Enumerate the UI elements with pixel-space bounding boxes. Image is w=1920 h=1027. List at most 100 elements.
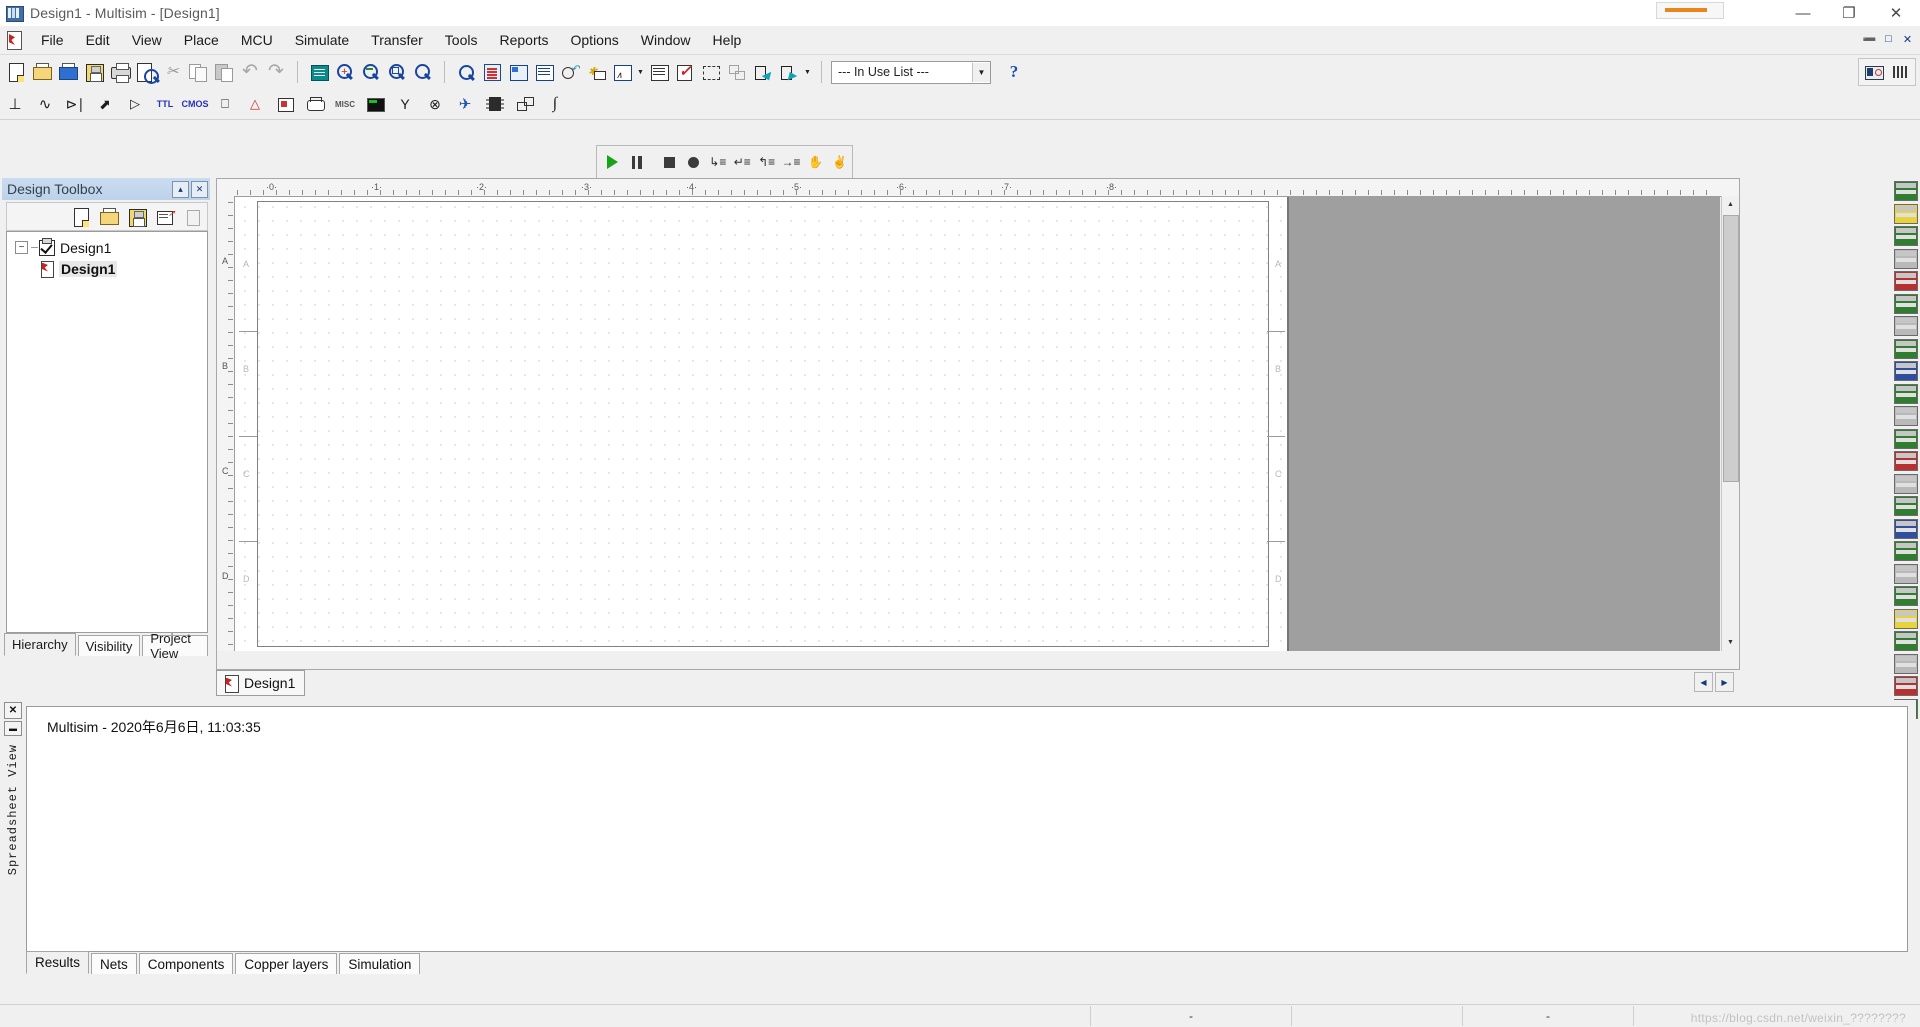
close-panel-button[interactable]: ✕ (191, 180, 208, 198)
mdi-maximize-button[interactable]: □ (1880, 31, 1897, 47)
back-annotate-ultiboard-icon[interactable] (724, 59, 750, 85)
tab-project-view[interactable]: Project View (142, 631, 208, 661)
palette-component-button[interactable] (1894, 203, 1918, 224)
place-bus-icon[interactable]: ∫ (540, 91, 570, 117)
place-indicator-icon[interactable] (270, 91, 300, 117)
transfer-dropdown-arrow-icon[interactable]: ▼ (802, 59, 813, 85)
place-rf-icon[interactable]: Υ (390, 91, 420, 117)
place-power-icon[interactable] (300, 91, 330, 117)
forward-annotate-icon[interactable]: ▶ (776, 59, 802, 85)
palette-component-button[interactable] (1894, 563, 1918, 584)
transfer-to-ultiboard-icon[interactable]: ◀ (750, 59, 776, 85)
collapse-panel-button[interactable]: ▴ (172, 180, 189, 198)
step-into-button[interactable]: ↳≡ (706, 150, 730, 174)
palette-component-button[interactable] (1894, 271, 1918, 291)
place-basic-icon[interactable]: ∿ (30, 91, 60, 117)
tab-hierarchy[interactable]: Hierarchy (4, 633, 76, 656)
expander-icon[interactable]: − (15, 241, 28, 254)
palette-component-button[interactable] (1894, 608, 1918, 629)
scroll-down-button[interactable]: ▼ (1722, 634, 1739, 651)
instruments-panel-icon[interactable] (1861, 59, 1887, 85)
place-misc-digital-icon[interactable]: ⎕ (210, 91, 240, 117)
menu-item-options[interactable]: Options (560, 28, 630, 52)
palette-component-button[interactable] (1894, 631, 1918, 651)
menu-item-window[interactable]: Window (630, 28, 702, 52)
palette-component-button[interactable] (1894, 428, 1918, 449)
spreadsheet-results-grid[interactable]: Multisim - 2020年6月6日, 11:03:35 (26, 706, 1908, 952)
zoom-in-icon[interactable]: + (332, 59, 358, 85)
palette-component-button[interactable] (1894, 586, 1918, 606)
tab-results[interactable]: Results (26, 951, 90, 974)
palette-component-button[interactable] (1894, 293, 1918, 314)
record-button[interactable] (681, 150, 705, 174)
database-manager-icon[interactable] (531, 59, 557, 85)
palette-component-button[interactable] (1894, 473, 1918, 494)
minimize-button[interactable]: — (1780, 0, 1826, 26)
place-nipl-icon[interactable]: ✈ (450, 91, 480, 117)
menu-item-edit[interactable]: Edit (75, 28, 121, 52)
print-preview-icon[interactable] (133, 59, 160, 85)
design-hierarchy-tree[interactable]: − Design1 Design1 (6, 231, 208, 633)
chevron-down-icon[interactable]: ▼ (972, 62, 990, 82)
close-button[interactable]: ✕ (1872, 0, 1920, 26)
palette-component-button[interactable] (1894, 316, 1918, 336)
zoom-fit-icon[interactable] (410, 59, 436, 85)
area-capture-icon[interactable] (698, 59, 724, 85)
menu-item-mcu[interactable]: MCU (230, 28, 284, 52)
toggle-breakpoint-button[interactable]: ✋ (803, 150, 827, 174)
tree-node-root[interactable]: − Design1 (7, 237, 207, 258)
palette-component-button[interactable] (1894, 676, 1918, 696)
mdi-restore-button[interactable]: ➖ (1861, 31, 1878, 47)
tab-visibility[interactable]: Visibility (77, 635, 141, 656)
tab-simulation[interactable]: Simulation (339, 953, 421, 974)
place-mixed-icon[interactable]: △ (240, 91, 270, 117)
tab-components[interactable]: Components (138, 953, 234, 974)
open-file-icon[interactable] (29, 59, 55, 85)
canvas-vertical-scrollbar[interactable]: ▲ ▼ (1721, 196, 1739, 651)
palette-component-button[interactable] (1894, 541, 1918, 561)
step-over-button[interactable]: ↵≡ (730, 150, 754, 174)
in-use-list-combobox[interactable]: --- In Use List --- ▼ (831, 60, 991, 84)
remove-breakpoints-button[interactable]: ✌ (828, 150, 852, 174)
palette-component-button[interactable] (1894, 406, 1918, 426)
full-screen-icon[interactable] (306, 59, 332, 85)
palette-component-button[interactable] (1894, 248, 1918, 269)
menu-item-transfer[interactable]: Transfer (360, 28, 434, 52)
palette-component-button[interactable] (1894, 226, 1918, 246)
close-spreadsheet-button[interactable]: ✕ (4, 702, 22, 719)
menu-item-view[interactable]: View (121, 28, 173, 52)
menu-item-place[interactable]: Place (173, 28, 230, 52)
run-button[interactable] (600, 150, 624, 174)
new-design-icon[interactable] (67, 205, 95, 229)
place-diode-icon[interactable]: ⊳∣ (60, 91, 90, 117)
palette-component-button[interactable] (1894, 361, 1918, 381)
new-file-icon[interactable] (3, 59, 29, 85)
delete-sheet-icon[interactable] (179, 205, 207, 229)
cut-icon[interactable]: ✂ (159, 59, 185, 85)
save-design-icon[interactable] (123, 205, 151, 229)
create-component-icon[interactable]: ↶ (557, 59, 583, 85)
palette-component-button[interactable] (1894, 181, 1918, 201)
print-icon[interactable] (107, 59, 133, 85)
paste-icon[interactable] (211, 59, 237, 85)
grapher-dropdown-arrow-icon[interactable]: ▼ (635, 59, 646, 85)
tree-node-sheet[interactable]: Design1 (7, 258, 207, 279)
menu-item-simulate[interactable]: Simulate (284, 28, 360, 52)
place-mcu-icon[interactable] (480, 91, 510, 117)
palette-component-button[interactable] (1894, 496, 1918, 516)
place-source-icon[interactable]: ⊥ (0, 91, 30, 117)
open-design-icon[interactable] (95, 205, 123, 229)
redo-icon[interactable]: ↷ (263, 59, 289, 85)
erc-icon[interactable]: ✓ (672, 59, 698, 85)
menu-item-reports[interactable]: Reports (488, 28, 559, 52)
menu-item-tools[interactable]: Tools (434, 28, 489, 52)
graphics-annotation-icon[interactable]: ✱ (583, 59, 609, 85)
copy-icon[interactable] (185, 59, 211, 85)
schematic-canvas[interactable]: ·0· ·1· ·2· ·3· ·4· ·5· ·6· ·7· ·8· ABCD AABBCCD… (216, 178, 1740, 670)
zoom-selection-icon[interactable] (453, 59, 479, 85)
stop-button[interactable] (657, 150, 681, 174)
tab-copper-layers[interactable]: Copper layers (235, 953, 338, 974)
place-transistor-icon[interactable]: ⬈ (90, 91, 120, 117)
postprocessor-icon[interactable] (646, 59, 672, 85)
palette-component-button[interactable] (1894, 518, 1918, 539)
